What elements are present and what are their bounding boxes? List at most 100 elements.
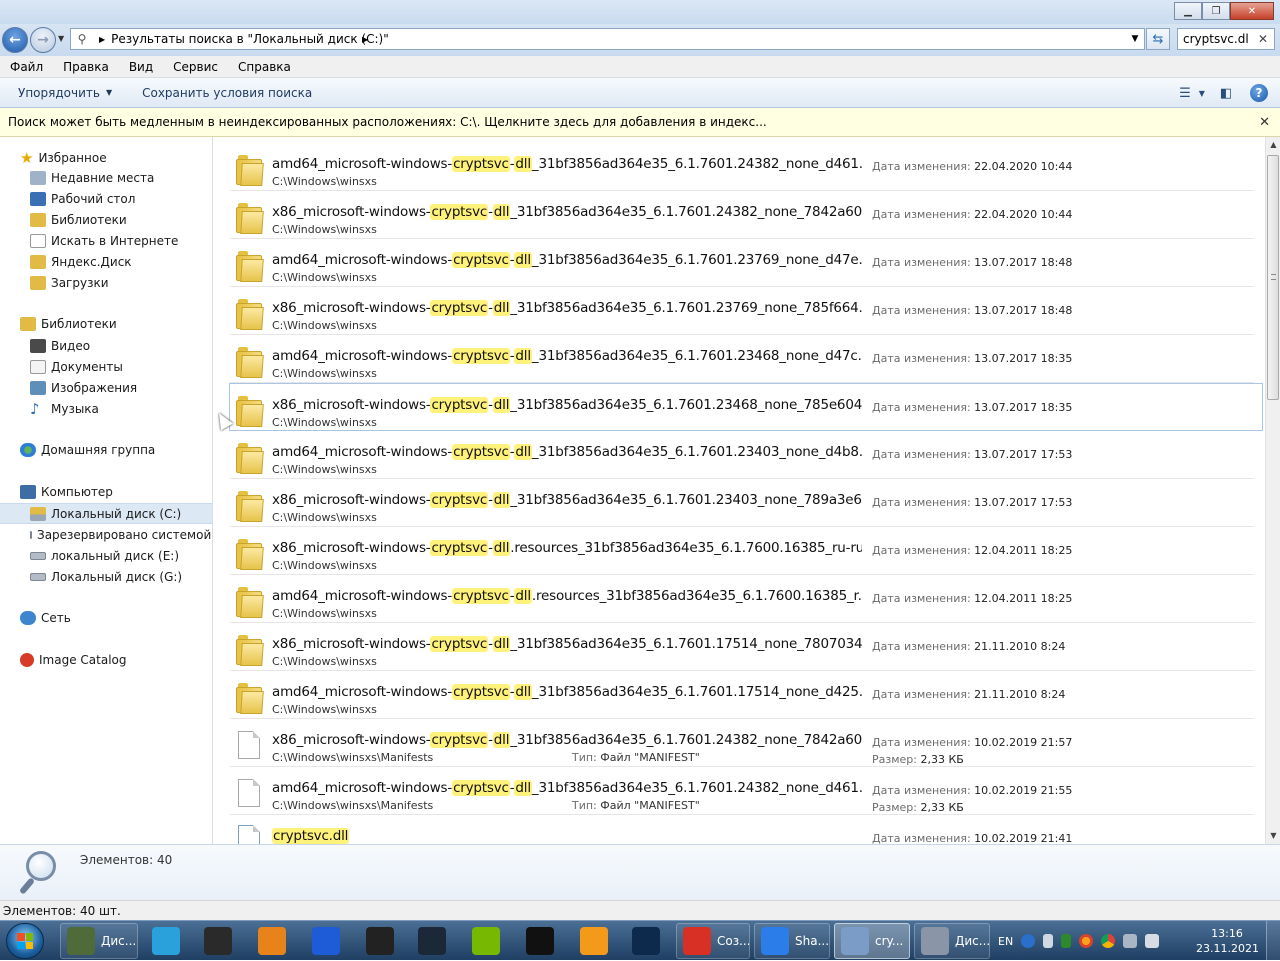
nav-image-catalog[interactable]: Image Catalog [20,653,126,667]
organize-button[interactable]: Упорядочить ▼ [18,86,112,100]
nav-item-documents[interactable]: Документы [0,356,212,377]
nav-computer[interactable]: Компьютер [20,485,113,499]
back-button[interactable]: ← [2,27,28,53]
taskbar-button[interactable] [466,923,510,959]
taskbar-button[interactable]: cry... [834,923,910,959]
vertical-scrollbar[interactable]: ▲ ▼ [1265,137,1280,844]
maximize-button[interactable]: ❐ [1202,2,1230,20]
sync-tray-icon[interactable] [1043,934,1054,948]
result-name[interactable]: x86_microsoft-windows-cryptsvc-dll_31bf3… [272,204,862,220]
view-options-button[interactable]: ☰ ▼ [1179,83,1205,103]
search-input-value[interactable]: cryptsvc.dl [1183,32,1249,46]
taskbar-button[interactable] [520,923,564,959]
result-name[interactable]: x86_microsoft-windows-cryptsvc-dll_31bf3… [272,636,862,652]
minimize-button[interactable]: ▁ [1174,2,1202,20]
nav-favorites[interactable]: ★ Избранное [20,149,107,167]
firefox-tray-icon[interactable] [1079,934,1094,948]
chevron-right-icon[interactable]: ▶ [362,35,368,44]
result-row[interactable]: amd64_microsoft-windows-cryptsvc-dll_31b… [230,143,1254,191]
address-bar[interactable]: ⚲ ▶ Результаты поиска в "Локальный диск … [70,28,1145,50]
taskbar-button[interactable]: Sha... [754,923,830,959]
close-button[interactable]: ✕ [1230,2,1274,20]
show-desktop-button[interactable] [1266,921,1280,961]
result-row[interactable]: amd64_microsoft-windows-cryptsvc-dll_31b… [230,431,1254,479]
chrome-tray-icon[interactable] [1101,934,1116,948]
result-name[interactable]: amd64_microsoft-windows-cryptsvc-dll.res… [272,588,862,604]
result-row[interactable]: amd64_microsoft-windows-cryptsvc-dll_31b… [230,671,1254,719]
clear-search-icon[interactable]: ✕ [1258,32,1268,46]
nav-item-music[interactable]: ♪ Музыка [0,398,212,419]
refresh-button[interactable]: ⇆ [1146,28,1170,50]
taskbar-button[interactable]: Соз... [676,923,750,959]
result-name[interactable]: amd64_microsoft-windows-cryptsvc-dll_31b… [272,252,862,268]
result-row[interactable]: x86_microsoft-windows-cryptsvc-dll_31bf3… [229,383,1263,431]
result-name[interactable]: x86_microsoft-windows-cryptsvc-dll_31bf3… [272,732,862,748]
address-dropdown[interactable]: ▼ [1126,34,1144,44]
nav-item-yandex-disk[interactable]: Яндекс.Диск [0,251,212,272]
nav-item-drive-e[interactable]: локальный диск (E:) [0,545,212,566]
address-path[interactable]: Результаты поиска в "Локальный диск (C:)… [111,32,1126,46]
recent-pages-dropdown[interactable]: ▼ [58,34,64,43]
language-indicator[interactable]: EN [998,935,1013,948]
result-row[interactable]: amd64_microsoft-windows-cryptsvc-dll_31b… [230,335,1254,383]
menu-file[interactable]: Файл [0,60,53,74]
chevron-right-icon[interactable]: ▶ [99,35,105,44]
result-name[interactable]: cryptsvc.dll [272,828,862,844]
taskbar-button[interactable] [412,923,456,959]
menu-edit[interactable]: Правка [53,60,119,74]
taskbar-button[interactable] [146,923,190,959]
taskbar-button[interactable]: Дис... [914,923,990,959]
result-name[interactable]: amd64_microsoft-windows-cryptsvc-dll_31b… [272,684,862,700]
scroll-down-button[interactable]: ▼ [1266,828,1280,844]
result-name[interactable]: x86_microsoft-windows-cryptsvc-dll.resou… [272,540,862,556]
nav-item-drive-c[interactable]: Локальный диск (C:) [0,503,212,524]
clock[interactable]: 13:16 23.11.2021 [1196,926,1259,956]
nav-item-libraries-fav[interactable]: Библиотеки [0,209,212,230]
nav-item-video[interactable]: Видео [0,335,212,356]
nav-libraries[interactable]: Библиотеки [20,317,117,331]
nav-item-web-search[interactable]: Искать в Интернете [0,230,212,251]
save-search-button[interactable]: Сохранить условия поиска [142,86,312,100]
scroll-thumb[interactable] [1267,155,1279,400]
result-name[interactable]: x86_microsoft-windows-cryptsvc-dll_31bf3… [272,492,862,508]
result-name[interactable]: amd64_microsoft-windows-cryptsvc-dll_31b… [272,444,862,460]
nav-homegroup[interactable]: Домашняя группа [20,443,155,457]
result-name[interactable]: x86_microsoft-windows-cryptsvc-dll_31bf3… [272,397,862,413]
result-row[interactable]: amd64_microsoft-windows-cryptsvc-dll_31b… [230,239,1254,287]
nav-item-system-reserved[interactable]: Зарезервировано системой ( [0,524,212,545]
menu-tools[interactable]: Сервис [163,60,228,74]
forward-button[interactable]: → [30,27,56,53]
help-icon[interactable]: ? [1250,84,1268,102]
menu-view[interactable]: Вид [119,60,163,74]
nav-item-drive-g[interactable]: Локальный диск (G:) [0,566,212,587]
preview-pane-button[interactable]: ◧ [1216,83,1236,103]
result-row[interactable]: amd64_microsoft-windows-cryptsvc-dll_31b… [230,767,1254,815]
close-icon[interactable]: ✕ [1259,115,1270,130]
result-row[interactable]: cryptsvc.dll Дата изменения: 10.02.2019 2… [230,815,1254,844]
taskbar-button[interactable] [574,923,618,959]
scroll-up-button[interactable]: ▲ [1266,137,1280,153]
nav-item-desktop[interactable]: Рабочий стол [0,188,212,209]
result-row[interactable]: amd64_microsoft-windows-cryptsvc-dll.res… [230,575,1254,623]
network-tray-icon[interactable] [1123,934,1138,948]
help-tray-icon[interactable] [1021,934,1036,948]
nav-item-recent[interactable]: Недавние места [0,167,212,188]
nav-item-downloads[interactable]: Загрузки [0,272,212,293]
result-row[interactable]: x86_microsoft-windows-cryptsvc-dll_31bf3… [230,287,1254,335]
result-name[interactable]: amd64_microsoft-windows-cryptsvc-dll_31b… [272,156,862,172]
taskbar-button[interactable] [626,923,670,959]
result-name[interactable]: amd64_microsoft-windows-cryptsvc-dll_31b… [272,780,862,796]
taskbar-button[interactable]: Дис... [60,923,138,959]
taskbar-button[interactable] [198,923,242,959]
start-button[interactable] [6,923,44,959]
menu-help[interactable]: Справка [228,60,301,74]
taskbar-button[interactable] [360,923,404,959]
search-input[interactable]: cryptsvc.dl ✕ [1177,28,1275,50]
index-warning-text[interactable]: Поиск может быть медленным в неиндексиро… [8,115,767,129]
index-warning-bar[interactable]: Поиск может быть медленным в неиндексиро… [0,108,1280,137]
nvidia-tray-icon[interactable] [1061,934,1072,948]
nav-network[interactable]: Сеть [20,611,71,625]
volume-tray-icon[interactable] [1145,934,1160,948]
result-row[interactable]: x86_microsoft-windows-cryptsvc-dll_31bf3… [230,479,1254,527]
result-name[interactable]: x86_microsoft-windows-cryptsvc-dll_31bf3… [272,300,862,316]
